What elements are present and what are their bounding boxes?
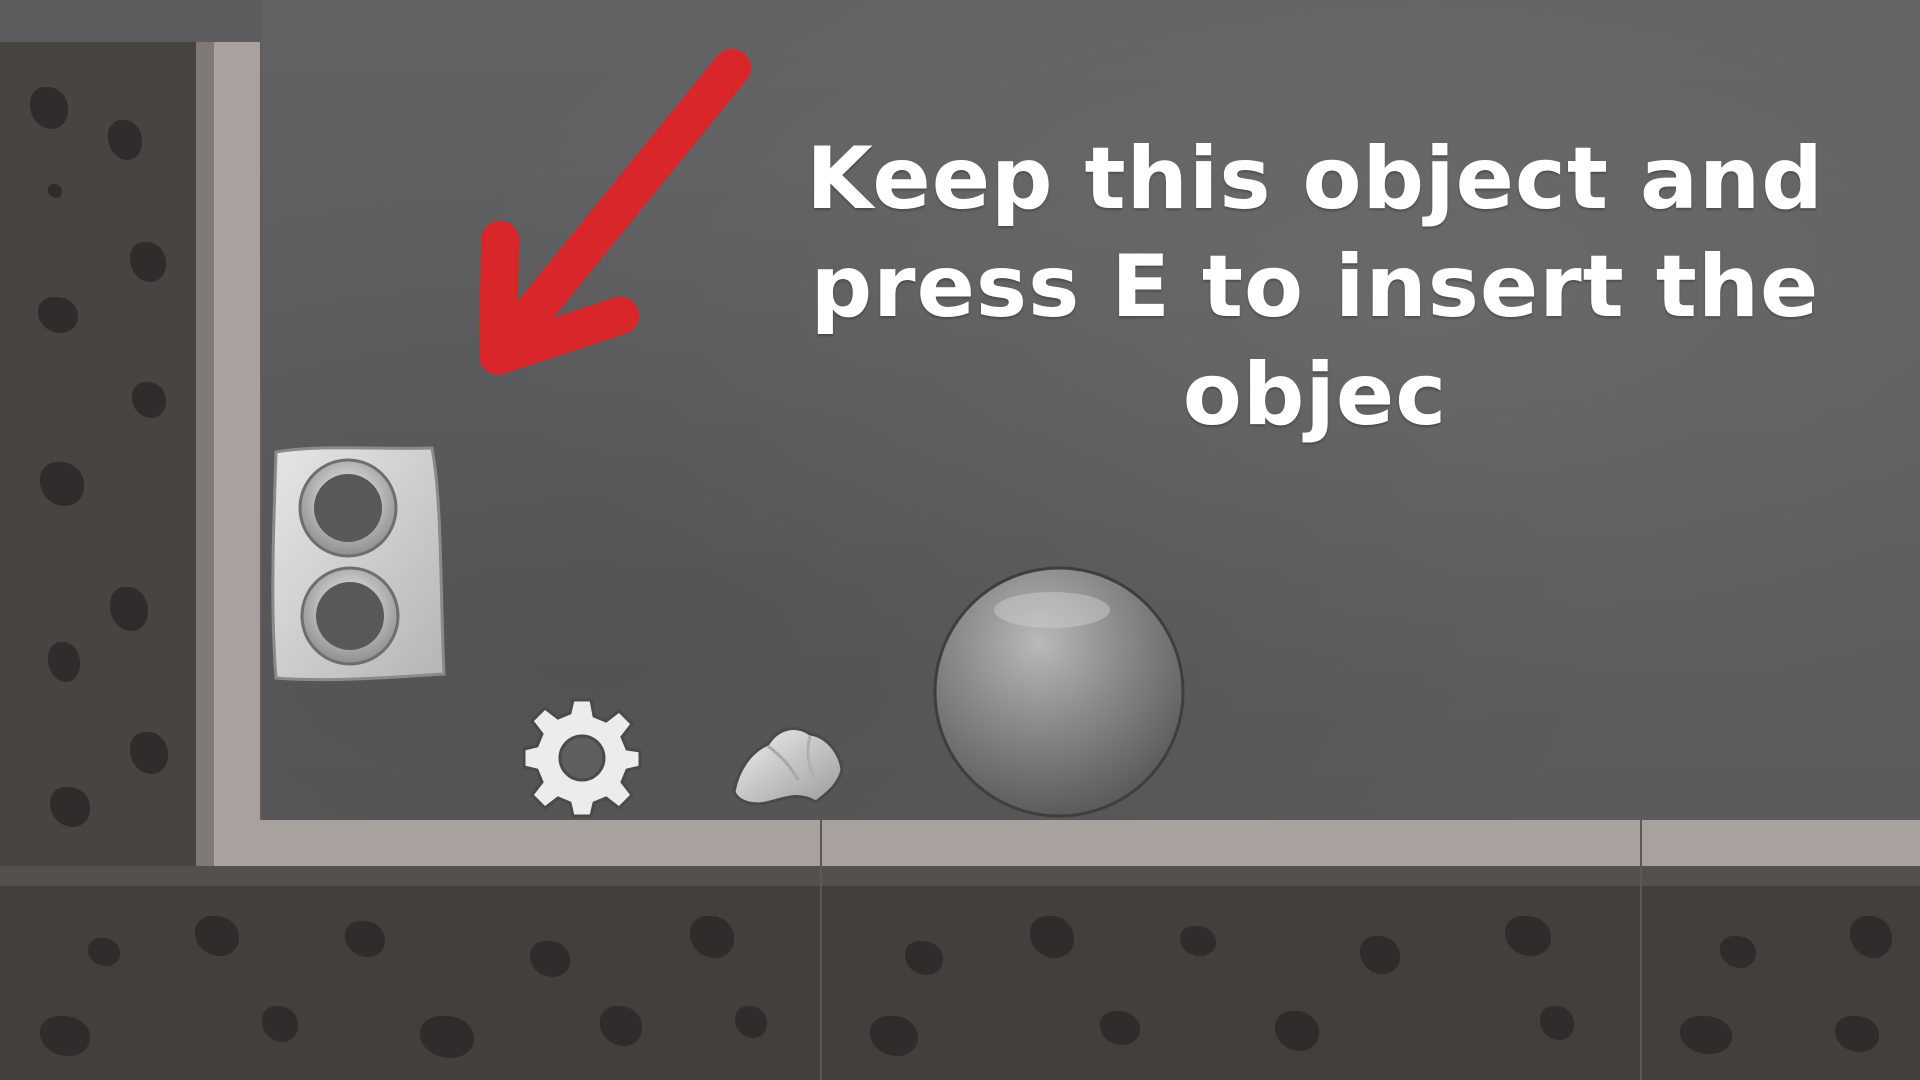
left-wall — [0, 42, 215, 867]
floor-seam — [820, 820, 822, 1080]
ground-rock — [905, 941, 943, 975]
ground-rock — [1505, 916, 1551, 956]
game-scene: Keep this object and press E to insert t… — [0, 0, 1920, 1080]
wall-rock — [40, 462, 84, 506]
wall-rock — [50, 787, 90, 827]
floor-seam — [1640, 820, 1642, 1080]
stone-chunk-object[interactable] — [728, 722, 846, 808]
wall-rock — [130, 732, 168, 774]
ground-rock — [690, 916, 734, 958]
ground-rock — [1720, 936, 1756, 968]
left-wall-edge-shade — [196, 42, 214, 867]
ground-rock — [1835, 1016, 1879, 1052]
wall-rock — [48, 642, 80, 682]
metal-ball-object[interactable] — [932, 564, 1186, 820]
ground-rock — [1850, 916, 1892, 958]
wall-rock — [48, 184, 62, 198]
ground-rock — [420, 1016, 474, 1058]
ground-rock — [345, 921, 385, 957]
ground-rock — [1680, 1016, 1732, 1054]
wall-rock — [132, 382, 166, 418]
instruction-line: objec — [1182, 345, 1448, 445]
wall-rock — [130, 242, 166, 282]
ground-rock — [1360, 936, 1400, 974]
ground-rock — [1275, 1011, 1319, 1051]
ground-rock — [870, 1016, 918, 1056]
gear-icon[interactable] — [520, 696, 644, 820]
socket-object[interactable] — [264, 442, 448, 686]
ground-rock — [530, 941, 570, 977]
ground-rock — [600, 1006, 642, 1046]
ground-rock — [88, 938, 120, 966]
instruction-line: press E to insert the — [810, 237, 1820, 337]
ground-rock — [1030, 916, 1074, 958]
ground-rock — [1180, 926, 1216, 956]
wall-rock — [38, 297, 78, 333]
floor-surface — [260, 820, 1920, 866]
arrow-down-left-icon — [479, 49, 751, 375]
ground-rock — [1540, 1006, 1574, 1040]
wall-rock — [110, 587, 148, 631]
wall-rock — [108, 120, 142, 160]
instruction-line: Keep this object and — [806, 129, 1824, 229]
ground-rock — [195, 916, 239, 956]
instruction-text: Keep this object and press E to insert t… — [760, 125, 1870, 449]
ground-rock — [262, 1006, 298, 1042]
floor-band — [0, 866, 1920, 886]
floor-ground — [0, 886, 1920, 1080]
wall-rock — [30, 87, 68, 129]
ground-rock — [735, 1006, 767, 1038]
ground-rock — [1100, 1011, 1140, 1045]
ground-rock — [40, 1016, 90, 1056]
